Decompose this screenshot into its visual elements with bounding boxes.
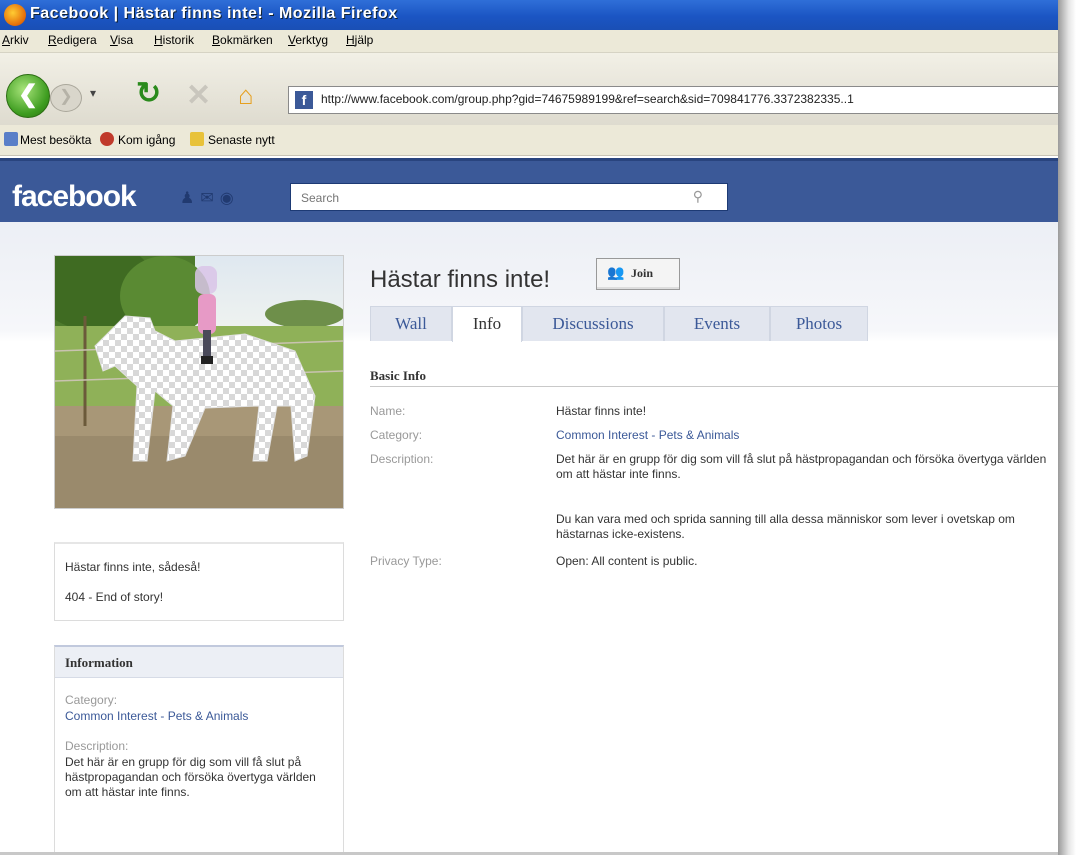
reload-icon[interactable]: ↻ — [136, 76, 161, 111]
join-group-icon: 👥 — [607, 266, 625, 281]
privacy-type-value: Open: All content is public. — [556, 554, 698, 568]
description-paragraph-1: Det här är en grupp för dig som vill få … — [556, 452, 1047, 481]
menu-bar: Arkiv Redigera Visa Historik Bokmärken V… — [0, 30, 1058, 53]
info-category-link[interactable]: Common Interest - Pets & Animals — [65, 709, 327, 724]
bookmark-mest-besokta[interactable]: Mest besökta — [20, 133, 91, 147]
blurb-line-1: Hästar finns inte, sådeså! — [65, 560, 201, 574]
stop-icon[interactable]: ✕ — [186, 78, 211, 113]
menu-verktyg[interactable]: Verktyg — [288, 33, 328, 47]
tab-events[interactable]: Events — [664, 306, 770, 341]
basic-info-heading: Basic Info — [370, 368, 426, 383]
search-input[interactable] — [299, 186, 683, 210]
group-title: Hästar finns inte! — [370, 266, 551, 293]
back-arrow-icon: ❮ — [17, 81, 39, 108]
information-header: Information — [55, 647, 343, 678]
tab-info[interactable]: Info — [452, 306, 522, 342]
notification-icons[interactable]: ♟✉◉ — [180, 188, 240, 208]
information-heading: Information — [65, 655, 133, 670]
tab-discussions[interactable]: Discussions — [522, 306, 664, 341]
category-link[interactable]: Common Interest - Pets & Animals — [556, 428, 1050, 443]
menu-redigera[interactable]: Redigera — [48, 33, 97, 47]
bookmark-senaste-nytt[interactable]: Senaste nytt — [208, 133, 275, 147]
rss-feed-icon — [190, 132, 204, 146]
info-description-value: Det här är en grupp för dig som vill få … — [65, 755, 316, 799]
info-description-label: Description: — [65, 739, 129, 753]
bookmark-kom-igang[interactable]: Kom igång — [118, 133, 175, 147]
friend-requests-icon[interactable]: ♟ — [180, 190, 200, 207]
section-divider — [370, 386, 1058, 387]
history-dropdown-icon[interactable]: ▾ — [90, 86, 96, 100]
information-box: Information Category: Common Interest - … — [54, 645, 344, 855]
info-category-label: Category: — [65, 693, 118, 707]
menu-bokmarken[interactable]: Bokmärken — [212, 33, 273, 47]
notifications-icon[interactable]: ◉ — [220, 190, 240, 207]
title-bar: Facebook | Hästar finns inte! - Mozilla … — [0, 0, 1058, 30]
menu-historik[interactable]: Historik — [154, 33, 194, 47]
join-button-label: Join — [631, 266, 654, 280]
bookmarks-toolbar: Mest besökta Kom igång Senaste nytt — [0, 125, 1058, 156]
join-button[interactable]: 👥 Join — [596, 258, 680, 290]
getting-started-icon — [100, 132, 114, 146]
group-profile-photo[interactable] — [54, 255, 344, 509]
tab-photos[interactable]: Photos — [770, 306, 868, 341]
blurb-line-2: 404 - End of story! — [65, 590, 164, 604]
name-label: Name: — [370, 404, 406, 418]
back-button[interactable]: ❮ — [6, 74, 50, 118]
forward-arrow-icon: ❯ — [59, 88, 73, 105]
home-icon[interactable]: ⌂ — [238, 80, 254, 111]
description-paragraph-2: Du kan vara med och sprida sanning till … — [556, 512, 1015, 541]
messages-icon[interactable]: ✉ — [200, 190, 219, 207]
address-url: http://www.facebook.com/group.php?gid=74… — [321, 92, 854, 106]
privacy-type-label: Privacy Type: — [370, 554, 442, 568]
window-title: Facebook | Hästar finns inte! - Mozilla … — [30, 5, 398, 22]
search-box[interactable]: ⚲ — [290, 183, 728, 211]
category-label: Category: — [370, 428, 423, 442]
menu-visa[interactable]: Visa — [110, 33, 133, 47]
description-label: Description: — [370, 452, 434, 466]
menu-arkiv[interactable]: Arkiv — [2, 33, 29, 47]
most-visited-icon — [4, 132, 18, 146]
menu-hjalp[interactable]: Hjälp — [346, 33, 373, 47]
tab-wall[interactable]: Wall — [370, 306, 452, 341]
firefox-logo-icon — [4, 4, 26, 26]
window-shadow — [1058, 0, 1076, 855]
address-bar[interactable]: f http://www.facebook.com/group.php?gid=… — [288, 86, 1058, 114]
search-icon[interactable]: ⚲ — [693, 188, 703, 205]
name-value: Hästar finns inte! — [556, 404, 647, 418]
horse-rider-image — [55, 256, 343, 508]
facebook-favicon-icon: f — [295, 91, 313, 109]
group-blurb-box: Hästar finns inte, sådeså! 404 - End of … — [54, 542, 344, 621]
facebook-logo[interactable]: facebook — [12, 180, 137, 214]
forward-button[interactable]: ❯ — [50, 84, 82, 112]
browser-window: Facebook | Hästar finns inte! - Mozilla … — [0, 0, 1059, 855]
